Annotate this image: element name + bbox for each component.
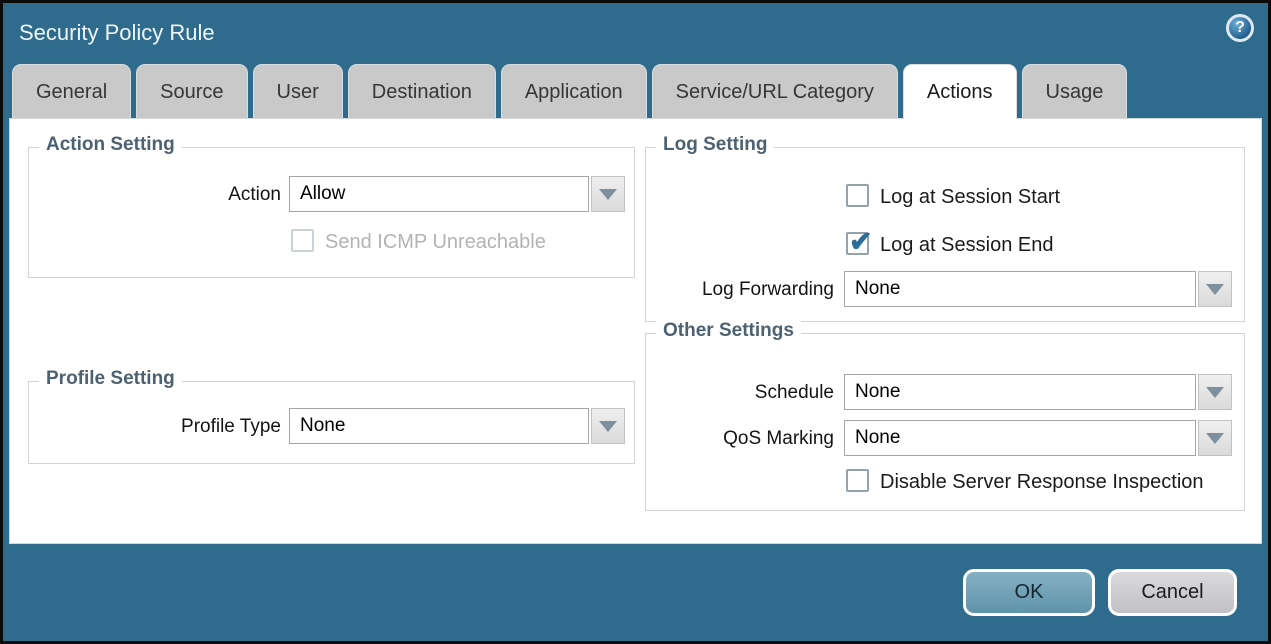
- security-policy-rule-dialog: Security Policy Rule ? General Source Us…: [0, 0, 1271, 644]
- action-select[interactable]: Allow: [289, 176, 625, 212]
- qos-marking-label: QoS Marking: [646, 428, 834, 450]
- disable-server-response-inspection-checkbox[interactable]: [846, 469, 869, 492]
- action-label: Action: [29, 184, 281, 206]
- log-session-start-label: Log at Session Start: [880, 186, 1060, 209]
- schedule-select[interactable]: None: [844, 374, 1232, 410]
- action-select-arrow-button[interactable]: [591, 176, 625, 212]
- profile-type-select-value[interactable]: None: [289, 408, 589, 444]
- send-icmp-checkbox: [291, 229, 314, 252]
- profile-type-select[interactable]: None: [289, 408, 625, 444]
- send-icmp-label: Send ICMP Unreachable: [325, 231, 546, 254]
- schedule-label: Schedule: [646, 382, 834, 404]
- cancel-button[interactable]: Cancel: [1108, 569, 1237, 616]
- action-setting-title: Action Setting: [39, 134, 182, 156]
- schedule-select-value[interactable]: None: [844, 374, 1196, 410]
- log-forwarding-select[interactable]: None: [844, 271, 1232, 307]
- chevron-down-icon: [599, 421, 617, 432]
- tab-usage[interactable]: Usage: [1022, 64, 1128, 119]
- tab-destination[interactable]: Destination: [348, 64, 496, 119]
- tab-application[interactable]: Application: [501, 64, 647, 119]
- help-icon[interactable]: ?: [1226, 14, 1254, 42]
- profile-type-label: Profile Type: [29, 416, 281, 438]
- tab-actions[interactable]: Actions: [903, 64, 1017, 119]
- profile-setting-group: Profile Setting Profile Type None: [28, 381, 635, 464]
- log-setting-title: Log Setting: [656, 134, 774, 156]
- profile-setting-title: Profile Setting: [39, 368, 182, 390]
- schedule-select-arrow-button[interactable]: [1198, 374, 1232, 410]
- log-session-start-checkbox[interactable]: [846, 184, 869, 207]
- profile-type-select-arrow-button[interactable]: [591, 408, 625, 444]
- dialog-title: Security Policy Rule: [19, 20, 215, 46]
- disable-server-response-inspection-label: Disable Server Response Inspection: [880, 471, 1204, 494]
- action-select-value[interactable]: Allow: [289, 176, 589, 212]
- ok-button[interactable]: OK: [963, 569, 1095, 616]
- tab-general[interactable]: General: [12, 64, 131, 119]
- log-forwarding-select-arrow-button[interactable]: [1198, 271, 1232, 307]
- qos-marking-select-arrow-button[interactable]: [1198, 420, 1232, 456]
- tab-source[interactable]: Source: [136, 64, 247, 119]
- tab-service-url-category[interactable]: Service/URL Category: [652, 64, 898, 119]
- tab-bar: General Source User Destination Applicat…: [12, 64, 1127, 119]
- chevron-down-icon: [599, 189, 617, 200]
- chevron-down-icon: [1206, 387, 1224, 398]
- action-setting-group: Action Setting Action Allow Send ICMP Un…: [28, 147, 635, 278]
- qos-marking-select-value[interactable]: None: [844, 420, 1196, 456]
- log-setting-group: Log Setting Log at Session Start Log at …: [645, 147, 1245, 322]
- chevron-down-icon: [1206, 433, 1224, 444]
- tab-user[interactable]: User: [253, 64, 343, 119]
- chevron-down-icon: [1206, 284, 1224, 295]
- log-session-end-label: Log at Session End: [880, 234, 1053, 257]
- other-settings-group: Other Settings Schedule None QoS Marking…: [645, 333, 1245, 511]
- log-forwarding-label: Log Forwarding: [646, 279, 834, 301]
- qos-marking-select[interactable]: None: [844, 420, 1232, 456]
- log-forwarding-select-value[interactable]: None: [844, 271, 1196, 307]
- other-settings-title: Other Settings: [656, 320, 801, 342]
- log-session-end-checkbox[interactable]: [846, 232, 869, 255]
